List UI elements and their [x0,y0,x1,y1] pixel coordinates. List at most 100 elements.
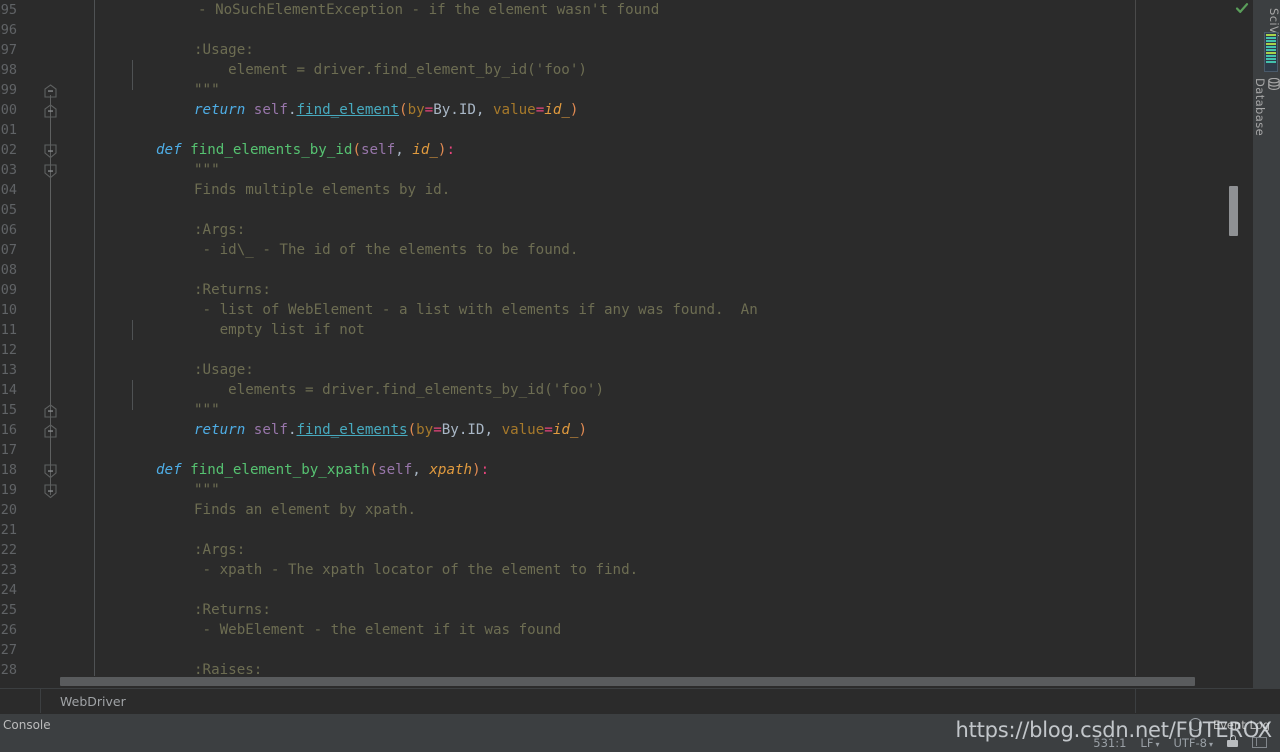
status-bar: 531:1 LF ▾ UTF-8 ▾ [0,735,1280,752]
code-token: id_ [552,422,579,438]
code-token: = [424,102,434,118]
code-line: def find_elements_by_id(self, id_): [0,140,758,160]
code-line: element = driver.find_element_by_id('foo… [0,60,758,80]
status-encoding[interactable]: UTF-8 ▾ [1166,735,1220,752]
code-line: :Usage: [0,360,758,380]
code-line: Finds an element by xpath. [0,500,758,520]
code-line: :Args: [0,540,758,560]
vertical-scrollbar-thumb[interactable] [1229,186,1238,236]
code-token: """ [194,82,220,98]
code-token: ( [352,142,362,158]
code-token: - NoSuchElementException - if the elemen… [198,2,660,18]
code-token: - list of WebElement - a list with eleme… [194,302,758,318]
code-line: """ [0,400,758,420]
sidebar-item-database[interactable]: Database [1253,72,1280,136]
editor-horizontal-scrollbar[interactable] [0,676,1235,688]
code-line: elements = driver.find_elements_by_id('f… [0,380,758,400]
code-line: return self.find_element(by=By.ID, value… [0,100,758,120]
code-token: find_element [296,102,400,118]
code-token: elements = driver.find_elements_by_id('f… [194,382,604,398]
code-line: return self.find_elements(by=By.ID, valu… [0,420,758,440]
code-line: :Returns: [0,280,758,300]
status-lock-icon[interactable] [1220,735,1245,752]
ide-window: 4954964974984995005015025035045055065075… [0,0,1280,752]
horizontal-scrollbar-thumb[interactable] [60,677,1195,686]
editor-vertical-scrollbar[interactable] [1227,0,1239,688]
status-caret-position[interactable]: 531:1 [1086,735,1133,752]
code-line: - xpath - The xpath locator of the eleme… [0,560,758,580]
right-tool-window-strip[interactable]: SciView Database [1252,0,1280,688]
code-editor[interactable]: 4954964974984995005015025035045055065075… [0,0,1280,688]
code-line: - list of WebElement - a list with eleme… [0,300,758,320]
code-token: :Args: [194,542,246,558]
chevron-down-icon: ▾ [1208,739,1213,749]
code-text-area[interactable]: - NoSuchElementException - if the elemen… [0,0,1280,688]
code-token: ) [569,102,579,118]
code-token: ( [399,102,408,118]
tab-event-log[interactable]: Event Log [1213,714,1270,736]
code-token: : [480,462,490,478]
code-token: = [433,422,442,438]
code-token: find_elements_by_id [190,142,353,158]
code-token: . [287,102,297,118]
lock-icon [1227,735,1238,747]
code-line: - WebElement - the element if it was fou… [0,620,758,640]
code-token: def [156,142,182,158]
code-token: """ [194,402,220,418]
code-token: - xpath - The xpath locator of the eleme… [194,562,639,578]
breadcrumb-bar[interactable]: WebDriver [0,688,1280,713]
breadcrumb-divider-2 [1135,688,1136,713]
code-token: element = driver.find_element_by_id('foo… [194,62,587,78]
code-token: :Returns: [194,602,271,618]
code-token: : [446,142,455,158]
chevron-down-icon: ▾ [1155,739,1160,749]
code-line: """ [0,160,758,180]
code-line: Finds multiple elements by id. [0,180,758,200]
code-token: ) [472,462,481,478]
code-token: """ [194,162,220,178]
code-token: - id\_ - The id of the elements to be fo… [194,242,579,258]
code-line: :Args: [0,220,758,240]
code-token: Finds an element by xpath. [194,502,417,518]
code-token: id_ [544,102,570,118]
code-token: . [287,422,297,438]
tab-python-console[interactable]: Console [0,714,59,736]
code-token: value [501,422,545,438]
code-token: :Returns: [194,282,271,298]
status-line-separator[interactable]: LF ▾ [1133,735,1166,752]
circle-icon [1189,718,1202,731]
code-token: self [361,142,396,158]
code-line: - id\_ - The id of the elements to be fo… [0,240,758,260]
grid-icon [1252,735,1267,748]
code-token: self [253,422,288,438]
code-token: :Args: [194,222,246,238]
code-token: find_element_by_xpath [190,462,370,478]
code-line: empty list if not [0,320,758,340]
code-line: """ [0,80,758,100]
code-token: return [194,102,246,118]
breadcrumb-item-webdriver[interactable]: WebDriver [60,689,126,714]
tool-window-tab-bar[interactable]: Console Event Log [0,713,1280,735]
code-token: """ [194,482,220,498]
code-token: id_ [412,142,438,158]
status-layout-icon[interactable] [1245,735,1272,752]
breadcrumb-divider-1 [40,688,41,713]
code-token: value [493,102,536,118]
code-token: xpath [429,462,473,478]
code-token: = [544,422,553,438]
inspection-checkmark-icon[interactable] [1234,0,1250,16]
code-token: ( [407,422,417,438]
code-token: empty list if not [194,322,365,338]
